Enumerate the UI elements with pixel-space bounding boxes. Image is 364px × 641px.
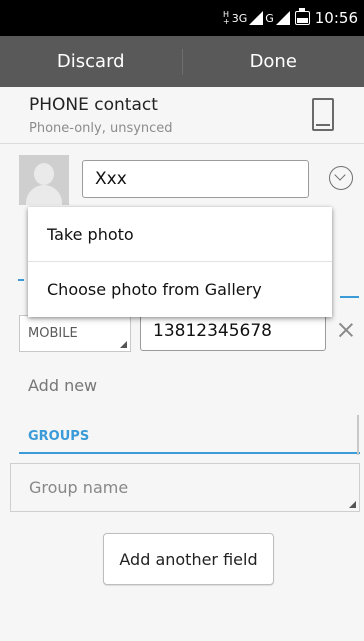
- group-name-spinner[interactable]: Group name: [10, 463, 360, 512]
- network-type: 3G: [231, 11, 248, 25]
- contact-editor-screen: H + 3G G 10:56 Discard Done PHONE contact…: [0, 0, 364, 641]
- battery-icon: [294, 8, 310, 25]
- account-title: PHONE contact: [29, 95, 158, 115]
- group-name-placeholder: Group name: [29, 478, 129, 497]
- hplus-indicator: H +: [223, 10, 230, 26]
- signal-icon: [249, 11, 264, 25]
- account-row: PHONE contact Phone-only, unsynced: [0, 88, 364, 144]
- close-icon[interactable]: [338, 322, 354, 338]
- status-bar: H + 3G G 10:56: [0, 0, 364, 36]
- choose-from-gallery-item[interactable]: Choose photo from Gallery: [28, 262, 332, 316]
- discard-button[interactable]: Discard: [0, 36, 182, 87]
- groups-underline: [19, 452, 360, 454]
- take-photo-item[interactable]: Take photo: [28, 207, 332, 261]
- chevron-down-icon[interactable]: [329, 166, 353, 190]
- section-underline-fragment-right: [340, 296, 359, 298]
- contact-photo[interactable]: [19, 155, 69, 205]
- signal-icon-2: [275, 11, 290, 25]
- avatar-head: [34, 163, 54, 185]
- photo-popup-menu: Take photo Choose photo from Gallery: [28, 207, 332, 317]
- avatar-body: [26, 185, 62, 205]
- sim2-type: G: [265, 11, 274, 25]
- phone-type-label: MOBILE: [28, 326, 78, 341]
- groups-edge: [357, 415, 359, 455]
- add-new-phone[interactable]: Add new: [28, 376, 97, 395]
- name-field[interactable]: Xxx: [82, 160, 309, 198]
- phone-icon: [312, 98, 334, 131]
- clock: 10:56: [314, 9, 358, 27]
- account-subtitle: Phone-only, unsynced: [29, 121, 173, 136]
- phone-type-spinner[interactable]: MOBILE: [19, 315, 131, 352]
- done-button[interactable]: Done: [183, 36, 364, 87]
- section-underline-fragment: [18, 279, 24, 281]
- network-indicator: H + 3G G: [223, 10, 290, 26]
- add-another-field-button[interactable]: Add another field: [103, 533, 274, 585]
- action-bar: Discard Done: [0, 36, 364, 87]
- groups-header: GROUPS: [28, 429, 90, 444]
- phone-number-field[interactable]: 13812345678: [140, 311, 326, 351]
